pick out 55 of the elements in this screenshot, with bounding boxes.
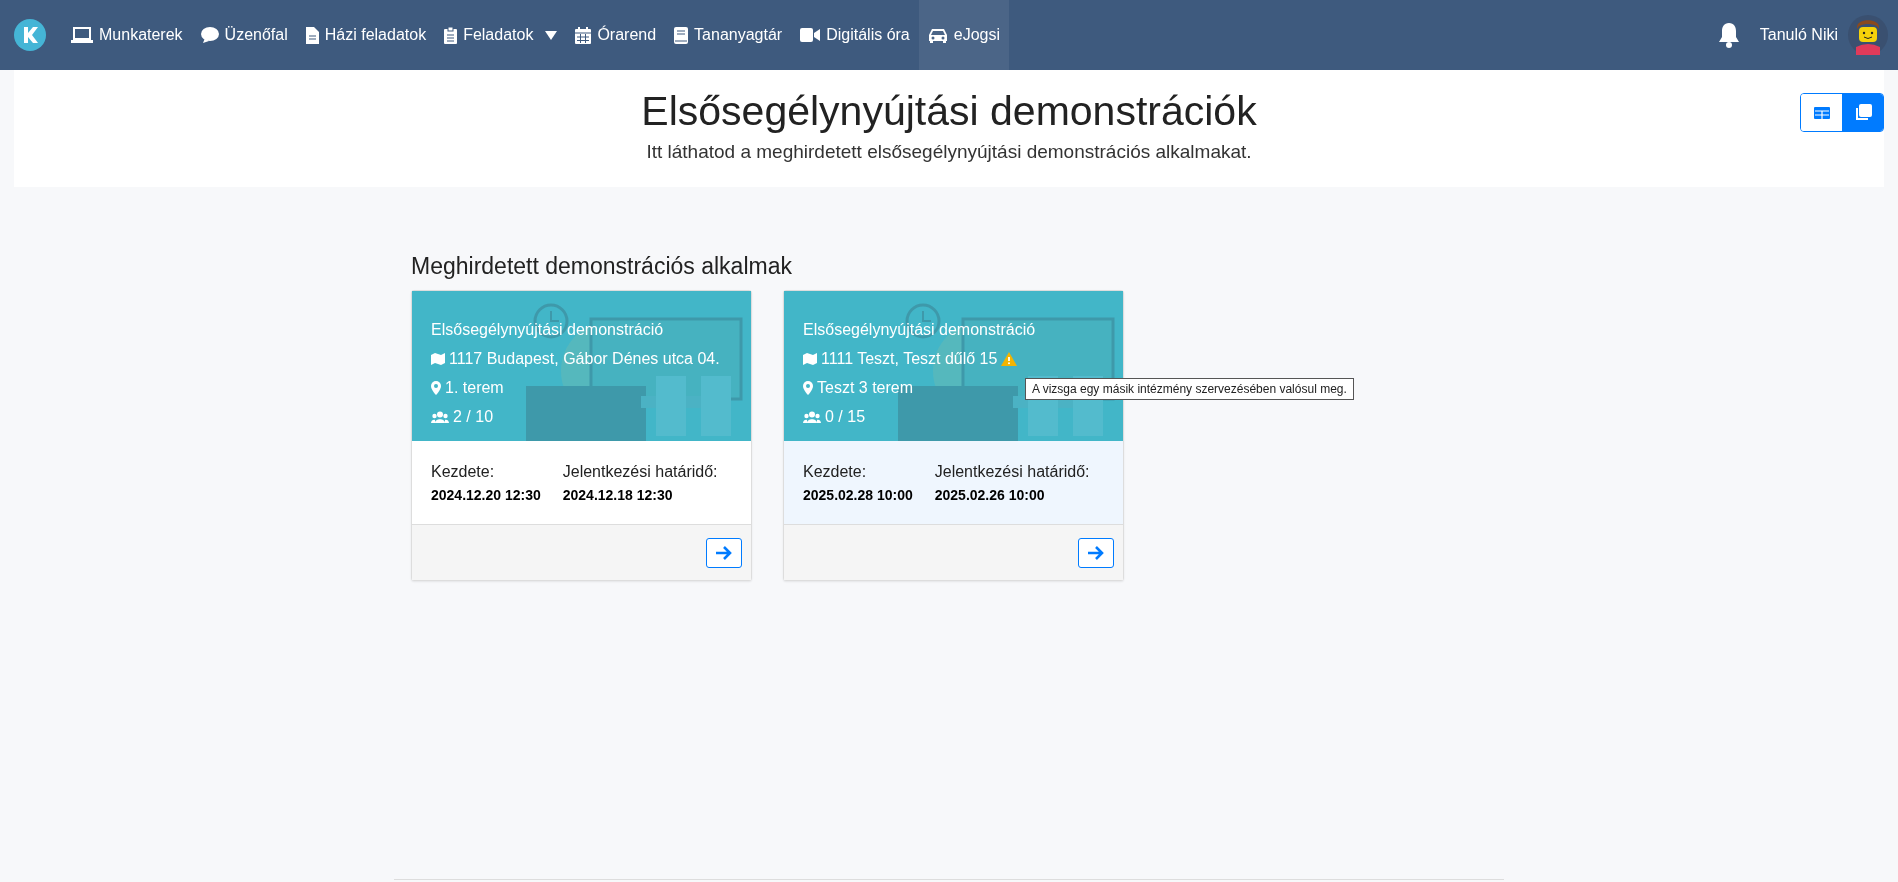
nav-link[interactable]: Házi feladatok [296,0,436,70]
card-view-button[interactable] [1842,94,1883,131]
copy-icon [1853,103,1872,122]
card-title: Elsősegélynyújtási demonstráció [803,319,1037,340]
nav-link[interactable]: Órarend [566,0,666,70]
arrow-right-icon [715,544,733,561]
clipboard-icon [444,26,458,44]
section-title: Meghirdetett demonstrációs alkalmak [411,253,793,280]
tooltip: A vizsga egy másik intézmény szervezésében valósul meg. [1025,378,1354,400]
date-label: Kezdete: [431,463,496,481]
date-label: Kezdete: [803,463,868,481]
date-value: 2025.02.28 10:00 [803,487,913,503]
date-value: 2025.02.26 10:00 [934,487,1046,503]
video-camera-icon [800,28,821,42]
open-button[interactable] [1078,537,1114,568]
date-label: Jelentkezési határidő: [934,463,1090,481]
location-pin-icon [431,380,441,395]
location-pin-icon [803,380,813,395]
users-icon [431,410,449,423]
date-value: 2024.12.18 12:30 [562,487,674,503]
nav-link[interactable]: Digitális óra [791,0,919,70]
card-seats: 2 / 10 [453,407,494,426]
nav-link[interactable]: Feladatok [435,0,567,70]
date-value: 2024.12.20 12:30 [431,487,541,503]
book-icon [674,26,689,44]
document-icon [305,26,319,44]
nav-link[interactable]: Üzenőfal [191,0,297,70]
page-title: Elsősegélynyújtási demonstrációk [641,88,1257,135]
laptop-icon [71,27,93,43]
caret-icon [545,30,558,40]
users-icon [803,410,821,423]
card-room: Teszt 3 terem [817,378,914,397]
map-icon [803,352,817,365]
table-icon [1813,106,1830,119]
avatar-icon[interactable] [1848,15,1888,55]
card-title: Elsősegélynyújtási demonstráció [431,319,665,340]
open-button[interactable] [706,537,742,568]
card-address: 1111 Teszt, Teszt dűlő 15 [821,349,998,368]
notification-bell-icon[interactable] [1717,22,1740,48]
card-room: 1. terem [445,378,504,397]
nav-link[interactable]: eJogsi [918,0,1009,70]
calendar-icon [575,26,592,44]
nav-link[interactable]: Munkaterek [62,0,192,70]
user-name[interactable]: Tanuló Niki [1759,26,1838,44]
nav-link[interactable]: Tananyagtár [665,0,792,70]
car-icon [927,27,948,43]
date-label: Jelentkezési határidő: [562,463,718,481]
logo-icon[interactable] [14,19,46,51]
speech-bubble-icon [200,27,219,43]
warning-icon[interactable] [1001,351,1018,366]
page-subtitle: Itt láthatod a meghirdetett elsősegélynyújtási demonstrációs alkalmakat. [646,141,1252,163]
map-icon [431,352,445,365]
arrow-right-icon [1087,544,1105,561]
card-address: 1117 Budapest, Gábor Dénes utca 04. [449,349,720,368]
card-seats: 0 / 15 [825,407,866,426]
